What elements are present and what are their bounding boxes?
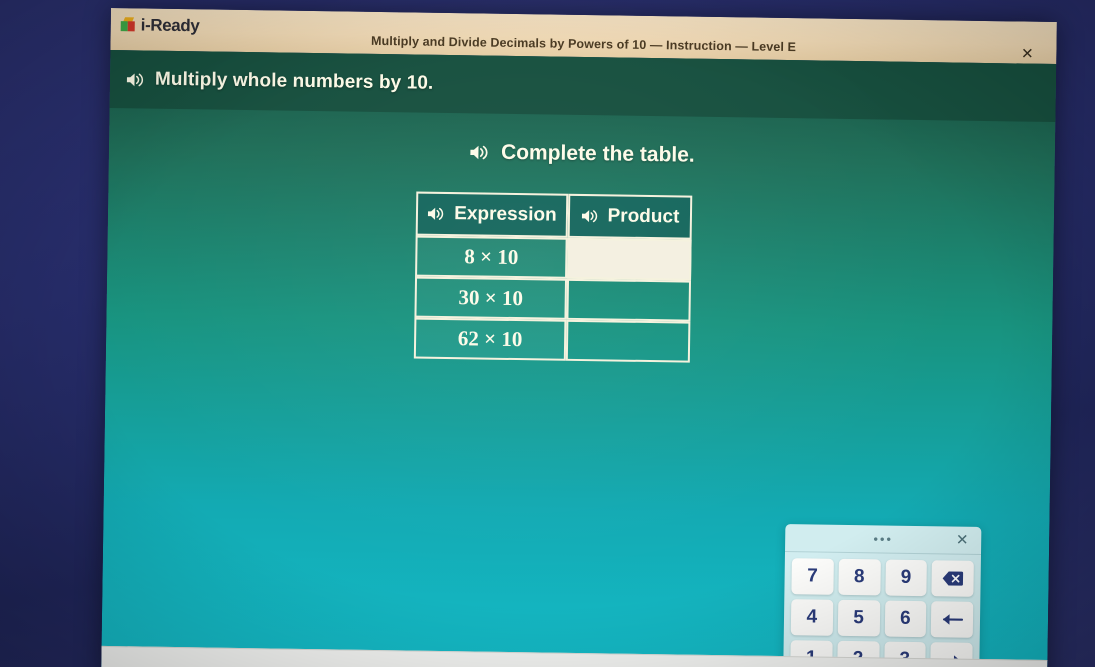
column-header-expression-label: Expression [454,203,557,226]
product-answer-input[interactable] [565,319,691,363]
key-arrow-left[interactable] [931,601,974,638]
product-answer-value [569,258,689,260]
speaker-icon[interactable] [126,71,145,88]
lesson-heading-text: Multiply whole numbers by 10. [154,68,434,94]
expression-cell: 62 × 10 [413,317,567,361]
product-answer-value [568,340,688,342]
keypad-close-button[interactable]: ✕ [953,532,971,550]
table-row: 8 × 10 [415,235,692,281]
key-backspace[interactable] [931,560,974,597]
table-head: Expression Product [415,191,693,240]
table-row: 62 × 10 [413,317,691,363]
key-9[interactable]: 9 [884,559,928,597]
key-8[interactable]: 8 [838,558,881,596]
iready-app-window: i-Ready Multiply and Divide Decimals by … [101,8,1057,667]
prompt-row: Complete the table. [109,135,1055,173]
arrow-left-icon [941,612,964,626]
keypad-grid: 7 8 9 4 5 6 [783,552,981,667]
key-5[interactable]: 5 [837,599,880,637]
iready-cube-logo-icon [120,17,136,32]
expression-cell: 30 × 10 [414,276,568,320]
table-body: 8 × 10 30 × 10 62 × 10 [413,235,692,363]
key-7[interactable]: 7 [791,558,834,595]
column-header-product-label: Product [607,205,680,228]
prompt-text: Complete the table. [500,140,695,167]
speaker-icon[interactable] [580,208,598,224]
product-answer-input[interactable] [567,237,692,281]
backspace-icon [942,570,964,586]
speaker-icon[interactable] [469,143,490,161]
product-answer-input[interactable] [566,278,692,322]
key-6[interactable]: 6 [884,600,927,638]
table-header-row: Expression Product [415,191,693,240]
key-4[interactable]: 4 [790,599,834,636]
keypad-drag-handle[interactable]: ••• [785,531,981,546]
expression-product-table: Expression Product 8 × 10 30 × 10 62 × 1… [413,191,693,363]
brand-name: i-Ready [140,14,200,35]
desktop-background: i-Ready Multiply and Divide Decimals by … [0,0,1095,667]
iready-brand[interactable]: i-Ready [120,14,200,36]
lesson-heading: Multiply whole numbers by 10. [126,68,434,95]
lesson-stage: Multiply whole numbers by 10. Complete t… [101,49,1057,667]
column-header-expression: Expression [415,191,569,238]
close-window-button[interactable]: ✕ [1016,45,1038,63]
expression-cell: 8 × 10 [415,235,568,279]
speaker-icon[interactable] [427,206,445,222]
numeric-keypad[interactable]: ••• ✕ 7 8 9 4 5 6 [782,524,982,667]
column-header-product: Product [567,193,693,240]
table-row: 30 × 10 [414,276,692,322]
prompt: Complete the table. [469,140,695,167]
complete-the-table: Expression Product 8 × 10 30 × 10 62 × 1… [413,191,693,363]
product-answer-value [569,299,689,301]
keypad-header: ••• ✕ [785,524,982,555]
